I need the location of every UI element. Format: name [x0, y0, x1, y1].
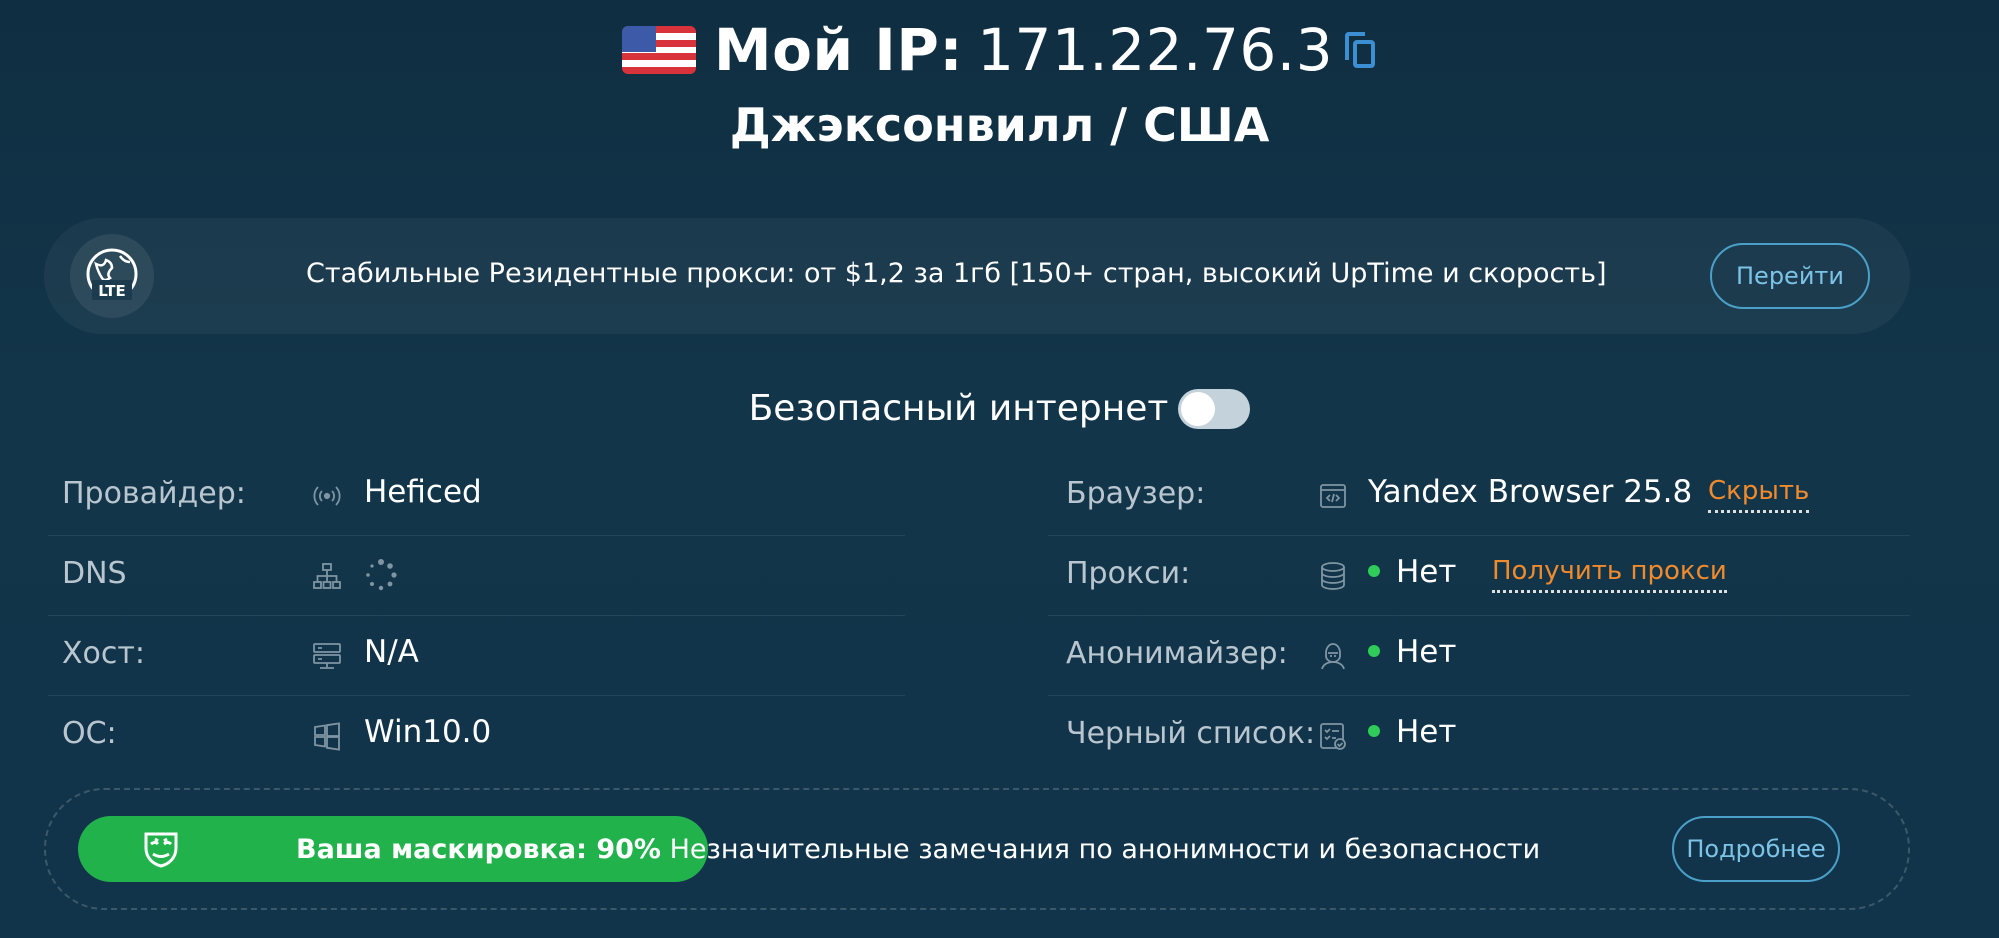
- blacklist-value: Нет: [1396, 714, 1457, 750]
- proxy-label: Прокси:: [1066, 556, 1191, 591]
- ip-value: 171.22.76.3: [977, 16, 1334, 84]
- info-row-dns: DNS: [48, 536, 905, 616]
- signal-icon: [312, 481, 342, 511]
- server-icon: [312, 641, 342, 671]
- status-dot: [1368, 644, 1380, 657]
- info-column-left: Провайдер: Heficed DNS Хост: N/A ОС: Win…: [48, 456, 905, 776]
- copy-icon[interactable]: [1343, 30, 1377, 70]
- safe-internet-toggle[interactable]: [1178, 388, 1251, 429]
- browser-code-icon: [1318, 481, 1348, 511]
- anonymizer-status: Нет: [1368, 634, 1456, 670]
- ip-title: Мой IP: 171.22.76.3: [714, 16, 1377, 84]
- info-column-right: Браузер: Yandex Browser 25.8 Скрыть Прок…: [1048, 456, 1910, 776]
- anonymizer-label: Анонимайзер:: [1066, 636, 1288, 671]
- safe-internet-row: Безопасный интернет: [0, 388, 1999, 429]
- blacklist-label: Черный список:: [1066, 716, 1316, 751]
- proxy-value: Нет: [1396, 554, 1457, 590]
- hide-browser-link[interactable]: Скрыть: [1708, 476, 1810, 513]
- dns-label: DNS: [62, 556, 127, 591]
- hacker-icon: [1318, 641, 1348, 671]
- details-button[interactable]: Подробнее: [1672, 816, 1840, 882]
- host-label: Хост:: [62, 636, 145, 671]
- loading-spinner-icon: [364, 558, 398, 592]
- proxy-status: Нет: [1368, 554, 1456, 590]
- ip-header: Мой IP: 171.22.76.3: [0, 0, 1999, 100]
- ip-label: Мой IP:: [713, 16, 964, 84]
- lte-badge: LTE: [98, 282, 126, 300]
- promo-text: Стабильные Резидентные прокси: от $1,2 з…: [306, 258, 1607, 289]
- provider-value: Heficed: [364, 474, 482, 510]
- status-dot: [1368, 724, 1380, 737]
- info-row-browser: Браузер: Yandex Browser 25.8 Скрыть: [1048, 456, 1910, 536]
- network-icon: [312, 561, 342, 591]
- windows-icon: [312, 721, 342, 751]
- safe-internet-label: Безопасный интернет: [748, 388, 1169, 429]
- blacklist-status: Нет: [1368, 714, 1456, 750]
- promo-banner: LTE Стабильные Резидентные прокси: от $1…: [44, 218, 1910, 334]
- masking-label: Ваша маскировка: 90%: [296, 834, 661, 865]
- os-value: Win10.0: [364, 714, 492, 750]
- location-city: Джэксонвилл / США: [729, 98, 1270, 152]
- mask-shield-icon: [138, 826, 184, 872]
- masking-panel: Ваша маскировка: 90% Незначительные заме…: [44, 788, 1910, 910]
- database-icon: [1318, 561, 1348, 591]
- info-row-host: Хост: N/A: [48, 616, 905, 696]
- masking-description: Незначительные замечания по анонимности …: [669, 834, 1541, 865]
- browser-value: Yandex Browser 25.8: [1368, 474, 1693, 510]
- provider-label: Провайдер:: [62, 476, 246, 511]
- info-row-os: ОС: Win10.0: [48, 696, 905, 776]
- usa-flag-icon: [621, 26, 696, 74]
- info-row-provider: Провайдер: Heficed: [48, 456, 905, 536]
- go-button[interactable]: Перейти: [1710, 243, 1870, 309]
- info-row-anonymizer: Анонимайзер: Нет: [1048, 616, 1910, 696]
- status-dot: [1368, 564, 1380, 577]
- host-value: N/A: [364, 634, 419, 670]
- info-row-blacklist: Черный список: Нет: [1048, 696, 1910, 776]
- masking-text: Ваша маскировка: 90% Незначительные заме…: [296, 834, 1540, 865]
- browser-label: Браузер:: [1066, 476, 1206, 511]
- get-proxy-link[interactable]: Получить прокси: [1492, 556, 1727, 593]
- checklist-icon: [1318, 721, 1348, 751]
- os-label: ОС:: [62, 716, 117, 751]
- lte-globe-icon: LTE: [70, 234, 154, 318]
- info-row-proxy: Прокси: Нет Получить прокси: [1048, 536, 1910, 616]
- anonymizer-value: Нет: [1396, 634, 1457, 670]
